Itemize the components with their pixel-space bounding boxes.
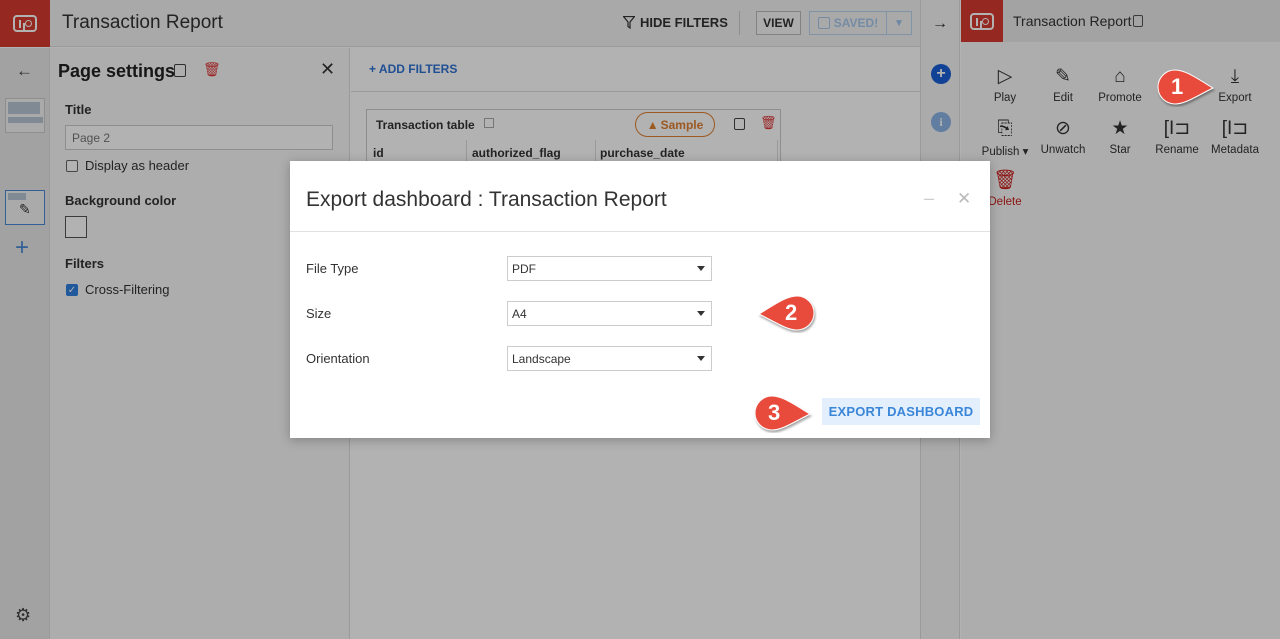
chevron-down-icon [697, 311, 705, 316]
file-type-select[interactable]: PDF [507, 256, 712, 281]
callout-number-3: 3 [768, 400, 781, 425]
callout-number-1: 1 [1171, 74, 1184, 99]
callout-number-2: 2 [785, 300, 798, 325]
export-dashboard-button[interactable]: EXPORT DASHBOARD [822, 398, 980, 425]
orientation-select[interactable]: Landscape [507, 346, 712, 371]
size-select[interactable]: A4 [507, 301, 712, 326]
file-type-label: File Type [306, 261, 359, 276]
modal-title: Export dashboard : Transaction Report [306, 188, 667, 211]
chevron-down-icon [697, 356, 705, 361]
close-icon[interactable]: ✕ [957, 189, 971, 209]
orientation-label: Orientation [306, 351, 370, 366]
modal-divider [290, 231, 990, 232]
callout-marker-1 [1157, 69, 1215, 105]
minimize-icon[interactable]: – [924, 188, 934, 209]
callout-marker-3 [754, 395, 812, 431]
size-label: Size [306, 306, 332, 321]
chevron-down-icon [697, 266, 705, 271]
export-dashboard-modal: Export dashboard : Transaction Report – … [290, 161, 990, 438]
